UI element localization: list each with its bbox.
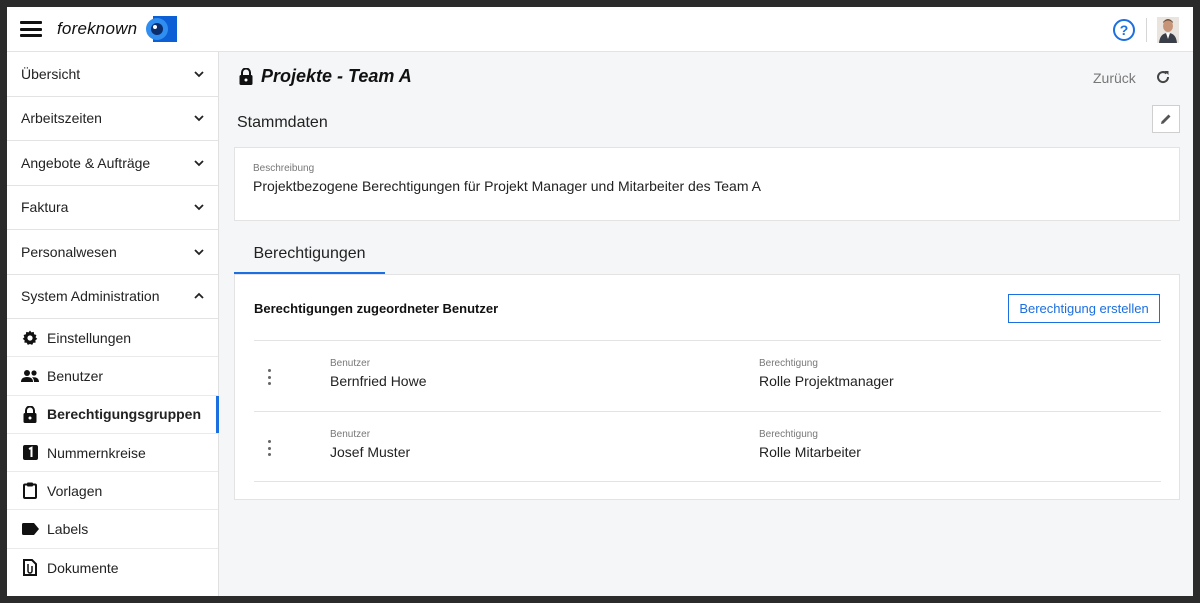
user-cell: Benutzer Bernfried Howe xyxy=(330,358,427,389)
gear-icon xyxy=(21,329,39,347)
top-bar: foreknown ? xyxy=(7,7,1193,52)
sidebar-section-system-administration[interactable]: System Administration xyxy=(7,275,218,319)
edit-button[interactable] xyxy=(1152,105,1180,133)
sidebar-item-vorlagen[interactable]: Vorlagen xyxy=(7,472,218,511)
tab-berechtigungen[interactable]: Berechtigungen xyxy=(234,236,385,274)
table-row: Benutzer Bernfried Howe Berechtigung Rol… xyxy=(254,340,1161,411)
sidebar-item-label: Labels xyxy=(47,521,89,538)
page-title-row: Projekte - Team A xyxy=(239,66,412,87)
pencil-icon xyxy=(1161,114,1171,124)
user-label: Benutzer xyxy=(330,429,371,440)
sidebar-item-einstellungen[interactable]: Einstellungen xyxy=(7,319,218,358)
sidebar-item-label: Benutzer xyxy=(47,367,104,384)
sidebar-section-label: Angebote & Aufträge xyxy=(21,154,151,171)
sidebar-item-dokumente[interactable]: Dokumente xyxy=(7,549,218,587)
user-label: Benutzer xyxy=(330,358,371,369)
chevron-down-icon xyxy=(194,204,204,211)
description-label: Beschreibung xyxy=(253,163,315,174)
clipboard-icon xyxy=(21,482,39,500)
top-right-actions: ? xyxy=(1113,7,1193,52)
permission-value: Rolle Projektmanager xyxy=(759,373,894,389)
sidebar-item-label: Berechtigungsgruppen xyxy=(47,406,202,423)
hamburger-menu-icon[interactable] xyxy=(20,21,42,37)
user-cell: Benutzer Josef Muster xyxy=(330,429,410,460)
sidebar-item-label: Einstellungen xyxy=(47,329,132,346)
chevron-up-icon xyxy=(194,292,204,299)
brand-name: foreknown xyxy=(57,19,138,38)
description-card: Beschreibung Projektbezogene Berechtigun… xyxy=(234,147,1180,221)
sidebar-section-arbeitszeiten[interactable]: Arbeitszeiten xyxy=(7,97,218,141)
sidebar-section-label: Arbeitszeiten xyxy=(21,110,102,127)
description-value: Projektbezogene Berechtigungen für Proje… xyxy=(253,178,761,194)
table-row: Benutzer Josef Muster Berechtigung Rolle… xyxy=(254,411,1161,482)
number-one-icon xyxy=(21,444,39,462)
sidebar-item-benutzer[interactable]: Benutzer xyxy=(7,357,218,396)
foreknown-logo-icon xyxy=(146,16,178,42)
divider xyxy=(1146,17,1147,42)
sidebar-section-faktura[interactable]: Faktura xyxy=(7,186,218,230)
sidebar-item-label: Dokumente xyxy=(47,559,119,576)
main-content: Projekte - Team A Zurück Stammdaten Besc… xyxy=(220,52,1193,596)
help-icon[interactable]: ? xyxy=(1113,18,1135,41)
sidebar-section-angebote-auftraege[interactable]: Angebote & Aufträge xyxy=(7,141,218,186)
sidebar-section-personalwesen[interactable]: Personalwesen xyxy=(7,230,218,275)
document-icon xyxy=(21,559,39,577)
permissions-heading: Berechtigungen zugeordneter Benutzer xyxy=(254,301,499,316)
back-link[interactable]: Zurück xyxy=(1093,70,1136,86)
sidebar-section-uebersicht[interactable]: Übersicht xyxy=(7,52,218,97)
more-vertical-icon[interactable] xyxy=(266,369,272,385)
user-value: Josef Muster xyxy=(330,444,411,460)
lock-icon xyxy=(21,405,39,423)
sidebar-section-label: Personalwesen xyxy=(21,243,117,260)
sidebar-item-labels[interactable]: Labels xyxy=(7,510,218,549)
permission-label: Berechtigung xyxy=(759,358,818,369)
sidebar-item-nummernkreise[interactable]: Nummernkreise xyxy=(7,434,218,473)
section-title-stammdaten: Stammdaten xyxy=(237,114,328,131)
chevron-down-icon xyxy=(194,115,204,122)
sidebar-section-label: Übersicht xyxy=(21,65,81,82)
avatar[interactable] xyxy=(1157,16,1179,43)
sidebar-item-label: Vorlagen xyxy=(47,482,103,499)
sidebar: Übersicht Arbeitszeiten Angebote & Auftr… xyxy=(7,52,219,596)
more-vertical-icon[interactable] xyxy=(266,440,272,456)
permissions-card: Berechtigungen zugeordneter Benutzer Ber… xyxy=(234,274,1180,500)
permission-cell: Berechtigung Rolle Mitarbeiter xyxy=(759,429,861,460)
permission-cell: Berechtigung Rolle Projektmanager xyxy=(759,358,894,389)
permission-label: Berechtigung xyxy=(759,429,818,440)
lock-icon xyxy=(239,68,253,85)
sidebar-item-berechtigungsgruppen[interactable]: Berechtigungsgruppen xyxy=(7,395,219,434)
create-permission-button[interactable]: Berechtigung erstellen xyxy=(1008,294,1160,323)
chevron-down-icon xyxy=(194,160,204,167)
sidebar-item-label: Nummernkreise xyxy=(47,444,146,461)
sidebar-section-label: Faktura xyxy=(21,199,69,216)
user-value: Bernfried Howe xyxy=(330,373,427,389)
app-window: foreknown ? Übersicht Arbeitszeiten Ange… xyxy=(7,7,1193,596)
permission-value: Rolle Mitarbeiter xyxy=(759,444,861,460)
chevron-down-icon xyxy=(194,249,204,256)
refresh-icon[interactable] xyxy=(1154,68,1172,86)
label-icon xyxy=(21,520,39,538)
sidebar-section-label: System Administration xyxy=(21,288,160,305)
users-icon xyxy=(21,367,39,385)
page-title: Projekte - Team A xyxy=(261,66,412,86)
chevron-down-icon xyxy=(194,71,204,78)
